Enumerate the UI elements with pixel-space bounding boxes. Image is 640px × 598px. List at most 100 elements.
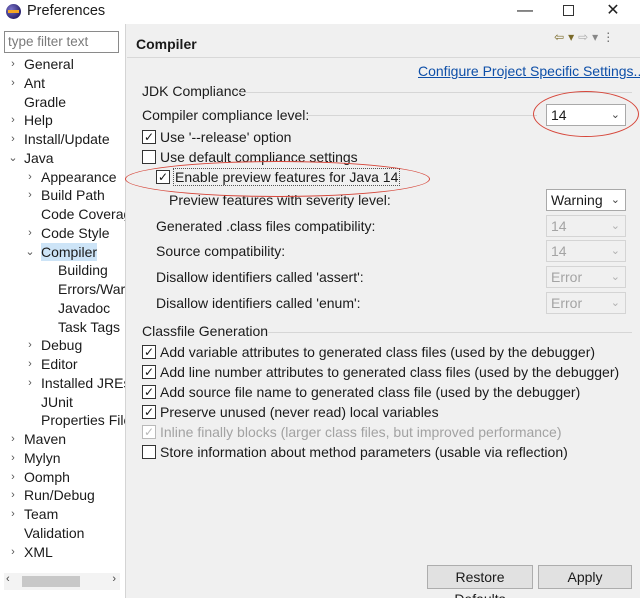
tree-item-label: Code Coverage [41,206,125,222]
chevron-right-icon[interactable]: › [8,486,18,504]
tree-item-label: Maven [24,431,67,447]
checkbox-box[interactable]: ✓ [142,425,156,439]
chevron-right-icon[interactable]: › [8,468,18,486]
chevron-down-icon: ⌄ [610,194,620,206]
tree-item-label: Properties Files Editor [41,412,125,429]
tree-item-label: Gradle [24,93,67,110]
chevron-right-icon[interactable]: › [8,130,18,148]
preview-severity-label: Preview features with severity level: [169,192,391,208]
forward-dropdown-icon[interactable]: ▾ [592,30,598,44]
classfile-generation-group-label: Classfile Generation [142,323,269,339]
window-title: Preferences [27,3,106,19]
compliance-level-select[interactable]: 14 ⌄ [546,104,626,126]
header-separator [127,57,640,58]
tree-item-label: Java [24,149,54,166]
history-nav: ⇦ ▾ ⇨ ▾ ⋮ [554,30,618,44]
configure-project-settings-link[interactable]: Configure Project Specific Settings... [418,63,640,79]
chevron-right-icon[interactable]: › [8,449,18,467]
chevron-down-icon: ⌄ [610,297,620,309]
sidebar-horizontal-scrollbar[interactable]: ‹ › [4,573,120,590]
tree-item-label: Ant [24,74,46,91]
source-compatibility-select[interactable]: 14 ⌄ [546,240,626,262]
chevron-right-icon[interactable]: › [8,55,18,73]
forward-arrow-icon[interactable]: ⇨ [578,30,588,44]
disallow-assert-value: Error [551,269,583,285]
checkbox-box[interactable]: ✓ [156,170,170,184]
source-compatibility-value: 14 [551,243,567,259]
restore-defaults-button[interactable]: Restore Defaults [427,565,533,598]
chevron-right-icon[interactable]: › [25,336,35,354]
checkbox-box[interactable]: ✓ [142,405,156,419]
checkbox-box[interactable] [142,445,156,459]
view-menu-icon[interactable]: ⋮ [602,30,614,44]
tree-item-label: Installed JREs [41,374,126,391]
tree-item-label: Build Path [41,187,105,204]
chevron-right-icon[interactable]: › [8,74,18,92]
checkbox-box[interactable]: ✓ [142,365,156,379]
tree-item-label: Run/Debug [24,487,95,504]
add-variable-attributes-label: Add variable attributes to generated cla… [160,344,596,360]
maximize-button[interactable] [545,0,591,24]
disallow-assert-select[interactable]: Error ⌄ [546,266,626,288]
tree-item-label: JUnit [41,393,73,410]
minimize-button[interactable]: — [502,0,548,24]
maximize-icon [562,5,574,17]
tree-item-label: XML [24,543,53,560]
source-compatibility-label: Source compatibility: [156,243,286,259]
tree-item-label: Debug [41,337,83,354]
eclipse-logo-icon [6,4,21,19]
apply-button[interactable]: Apply [538,565,632,589]
scroll-thumb[interactable] [22,576,80,587]
tree-item-label: Oomph [24,468,70,485]
chevron-down-icon[interactable]: ⌄ [25,243,35,261]
chevron-down-icon: ⌄ [610,271,620,283]
chevron-right-icon[interactable]: › [25,374,35,392]
disallow-enum-value: Error [551,295,583,311]
tree-item-label: Appearance [41,168,117,185]
scroll-right-icon[interactable]: › [112,573,116,585]
generated-compatibility-value: 14 [551,218,567,234]
filter-input[interactable]: type filter text [4,31,119,53]
generated-compatibility-select[interactable]: 14 ⌄ [546,215,626,237]
compliance-divider [307,115,537,116]
chevron-right-icon[interactable]: › [8,430,18,448]
checkbox-box[interactable]: ✓ [142,385,156,399]
tree-item-label: Mylyn [24,449,61,466]
chevron-down-icon[interactable]: ⌄ [8,149,18,167]
compiler-page: Compiler ⇦ ▾ ⇨ ▾ ⋮ Configure Project Specifi… [125,24,640,598]
page-title: Compiler [136,36,197,52]
use-release-label: Use '--release' option [160,129,292,145]
chevron-right-icon[interactable]: › [8,505,18,523]
preview-severity-select[interactable]: Warning ⌄ [546,189,626,211]
disallow-enum-select[interactable]: Error ⌄ [546,292,626,314]
add-source-file-name-label: Add source file name to generated class … [160,384,581,400]
tree-item-label: Help [24,112,53,129]
close-button[interactable]: ✕ [590,0,636,24]
preserve-unused-variables-label: Preserve unused (never read) local varia… [160,404,439,420]
chevron-right-icon[interactable]: › [25,224,35,242]
chevron-right-icon[interactable]: › [8,111,18,129]
chevron-right-icon[interactable]: › [8,543,18,561]
enable-preview-label: Enable preview features for Java 14 [172,168,401,186]
preferences-sidebar: type filter text › General › Ant Gradle › Help… [0,24,126,598]
back-arrow-icon[interactable]: ⇦ [554,30,564,44]
checkbox-box[interactable] [142,150,156,164]
tree-item-label: Editor [41,356,78,372]
back-dropdown-icon[interactable]: ▾ [568,30,574,44]
scroll-left-icon[interactable]: ‹ [6,573,10,585]
checkbox-box[interactable]: ✓ [142,130,156,144]
store-method-parameters-label: Store information about method parameter… [160,444,568,460]
chevron-right-icon[interactable]: › [25,355,35,373]
chevron-right-icon[interactable]: › [25,168,35,186]
jdk-compliance-group-label: JDK Compliance [142,83,247,99]
chevron-down-icon: ⌄ [610,109,620,121]
use-default-compliance-label: Use default compliance settings [160,149,358,165]
tree-item-label: Javadoc [58,299,111,316]
tree-item-label: Compiler [41,242,98,261]
checkbox-box[interactable]: ✓ [142,345,156,359]
classfile-group-divider [267,332,632,333]
chevron-right-icon[interactable]: › [25,186,35,204]
tree-item-label: General [24,56,74,72]
inline-finally-blocks-label: Inline finally blocks (larger class file… [160,424,562,440]
preview-severity-value: Warning [551,192,603,208]
